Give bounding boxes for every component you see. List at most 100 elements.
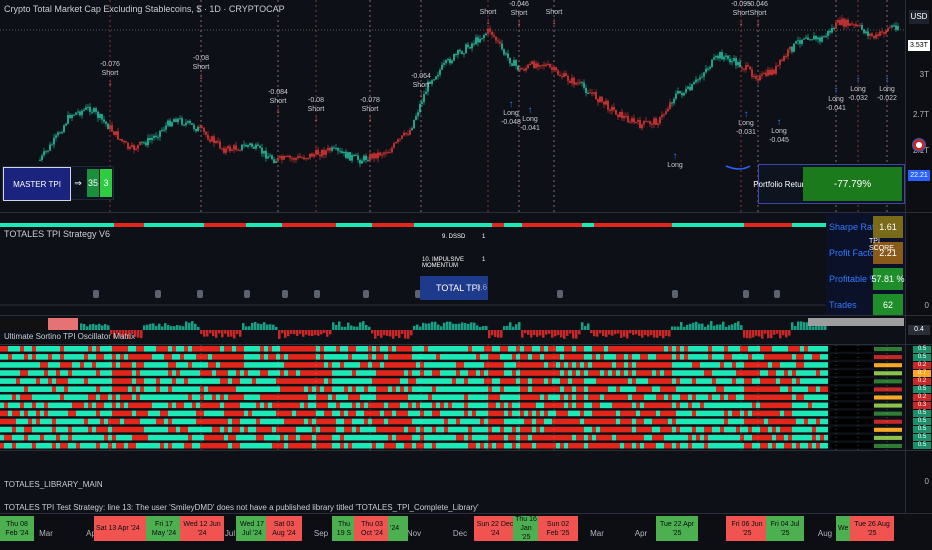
price-pane[interactable]: Crypto Total Market Cap Excluding Stable… bbox=[0, 0, 905, 212]
candle bbox=[785, 53, 787, 60]
candle bbox=[415, 113, 417, 121]
candle bbox=[739, 58, 741, 68]
flag-icon[interactable] bbox=[912, 138, 926, 152]
candle bbox=[227, 144, 229, 152]
matrix-pane[interactable] bbox=[0, 345, 905, 450]
candle bbox=[205, 131, 207, 138]
candle bbox=[103, 116, 105, 125]
tpi-axis[interactable]: 0 bbox=[905, 213, 932, 315]
candle bbox=[617, 113, 619, 121]
candle bbox=[607, 99, 609, 113]
candle bbox=[97, 110, 99, 122]
stats-value: 57.81 % bbox=[871, 268, 905, 290]
candle bbox=[243, 140, 245, 149]
tpi-row-10-value: 1 bbox=[482, 257, 486, 263]
osc-bar bbox=[683, 326, 686, 330]
osc-bar bbox=[401, 330, 404, 334]
oscillator-axis[interactable]: 0.4 bbox=[905, 316, 932, 344]
candle bbox=[873, 35, 875, 40]
candle bbox=[593, 92, 595, 96]
osc-bar bbox=[185, 321, 188, 330]
candle bbox=[669, 99, 671, 110]
candle bbox=[615, 109, 617, 115]
candle bbox=[139, 141, 141, 146]
osc-bar bbox=[470, 322, 473, 330]
osc-bar bbox=[779, 330, 782, 339]
osc-bar bbox=[440, 326, 443, 330]
candle bbox=[661, 111, 663, 120]
candle bbox=[499, 38, 501, 48]
currency-label[interactable]: USD bbox=[909, 10, 929, 24]
candle bbox=[47, 150, 49, 154]
osc-bar bbox=[413, 325, 416, 330]
osc-bar bbox=[656, 330, 659, 338]
candle bbox=[523, 67, 525, 72]
candle bbox=[183, 123, 185, 127]
portfolio-table: Portfolio Return -77.79% bbox=[753, 164, 905, 204]
candle bbox=[169, 117, 171, 127]
osc-bar bbox=[575, 330, 578, 339]
candle bbox=[805, 34, 807, 39]
osc-bar bbox=[524, 330, 527, 334]
candle bbox=[297, 153, 299, 160]
osc-bar bbox=[356, 326, 359, 330]
candle bbox=[215, 139, 217, 145]
candle bbox=[699, 74, 701, 83]
candle bbox=[313, 152, 315, 159]
osc-bar bbox=[386, 330, 389, 336]
error-message: TOTALES TPI Test Strategy: line 13: The … bbox=[4, 503, 479, 512]
matrix-axis[interactable]: 0.5 0.5 0.2 0.7 0.2 0.5 0.2 0.3 0.5 0.5 0.5 0.5 0.5 bbox=[905, 345, 932, 450]
candle bbox=[725, 52, 727, 61]
date-label: Thu 08 Feb '24 bbox=[0, 516, 34, 541]
osc-bar bbox=[731, 324, 734, 330]
candle bbox=[779, 59, 781, 70]
tpi-dot bbox=[774, 290, 780, 298]
osc-bar bbox=[308, 330, 311, 336]
candle bbox=[355, 152, 357, 156]
candle bbox=[91, 109, 93, 115]
oscillator-pane[interactable]: Ultimate Sortino TPI Oscillator Matrix bbox=[0, 316, 905, 344]
tpi-pane[interactable]: TOTALES TPI Strategy V6 9. DSSD 1 10. IM… bbox=[0, 213, 906, 317]
candle bbox=[629, 118, 631, 124]
signal-value: -0.064 bbox=[411, 73, 431, 80]
osc-bar bbox=[338, 321, 341, 330]
osc-bar bbox=[329, 330, 332, 335]
osc-bar bbox=[155, 325, 158, 330]
candle bbox=[277, 157, 279, 163]
candle bbox=[119, 138, 121, 141]
osc-bar bbox=[410, 330, 413, 336]
matrix-value-badge: 0.5 bbox=[913, 426, 931, 433]
candle bbox=[845, 18, 847, 28]
candle bbox=[335, 144, 337, 151]
candle bbox=[841, 14, 843, 27]
candle bbox=[589, 88, 591, 94]
matrix-value-badge: 0.5 bbox=[913, 346, 931, 353]
candle bbox=[855, 21, 857, 28]
candle bbox=[385, 149, 387, 157]
candle bbox=[159, 130, 161, 141]
osc-bar bbox=[320, 330, 323, 335]
candle bbox=[801, 39, 803, 46]
osc-bar bbox=[98, 323, 101, 330]
candle bbox=[135, 146, 137, 151]
candle bbox=[263, 150, 265, 157]
candle bbox=[325, 148, 327, 159]
signal-label: Long bbox=[771, 128, 787, 135]
candle bbox=[439, 67, 441, 78]
total-tpi-label: TOTAL TPI bbox=[436, 283, 481, 293]
osc-bar bbox=[188, 322, 191, 330]
candle bbox=[603, 101, 605, 109]
library-pane[interactable]: TOTALES_LIBRARY_MAIN TOTALES TPI Test St… bbox=[0, 451, 905, 513]
candle bbox=[719, 51, 721, 62]
osc-bar bbox=[344, 326, 347, 330]
osc-bar bbox=[368, 326, 371, 330]
candle bbox=[105, 121, 107, 127]
candle bbox=[275, 158, 277, 164]
price-axis[interactable]: USD 3.53T 3T 2.7T 2.1T 22.21 bbox=[905, 0, 932, 212]
candle bbox=[189, 119, 191, 126]
stats-label: Trades bbox=[829, 300, 857, 310]
library-axis[interactable]: 0 bbox=[905, 451, 932, 513]
candle bbox=[305, 157, 307, 161]
osc-bar bbox=[485, 325, 488, 330]
osc-bar bbox=[218, 330, 221, 334]
